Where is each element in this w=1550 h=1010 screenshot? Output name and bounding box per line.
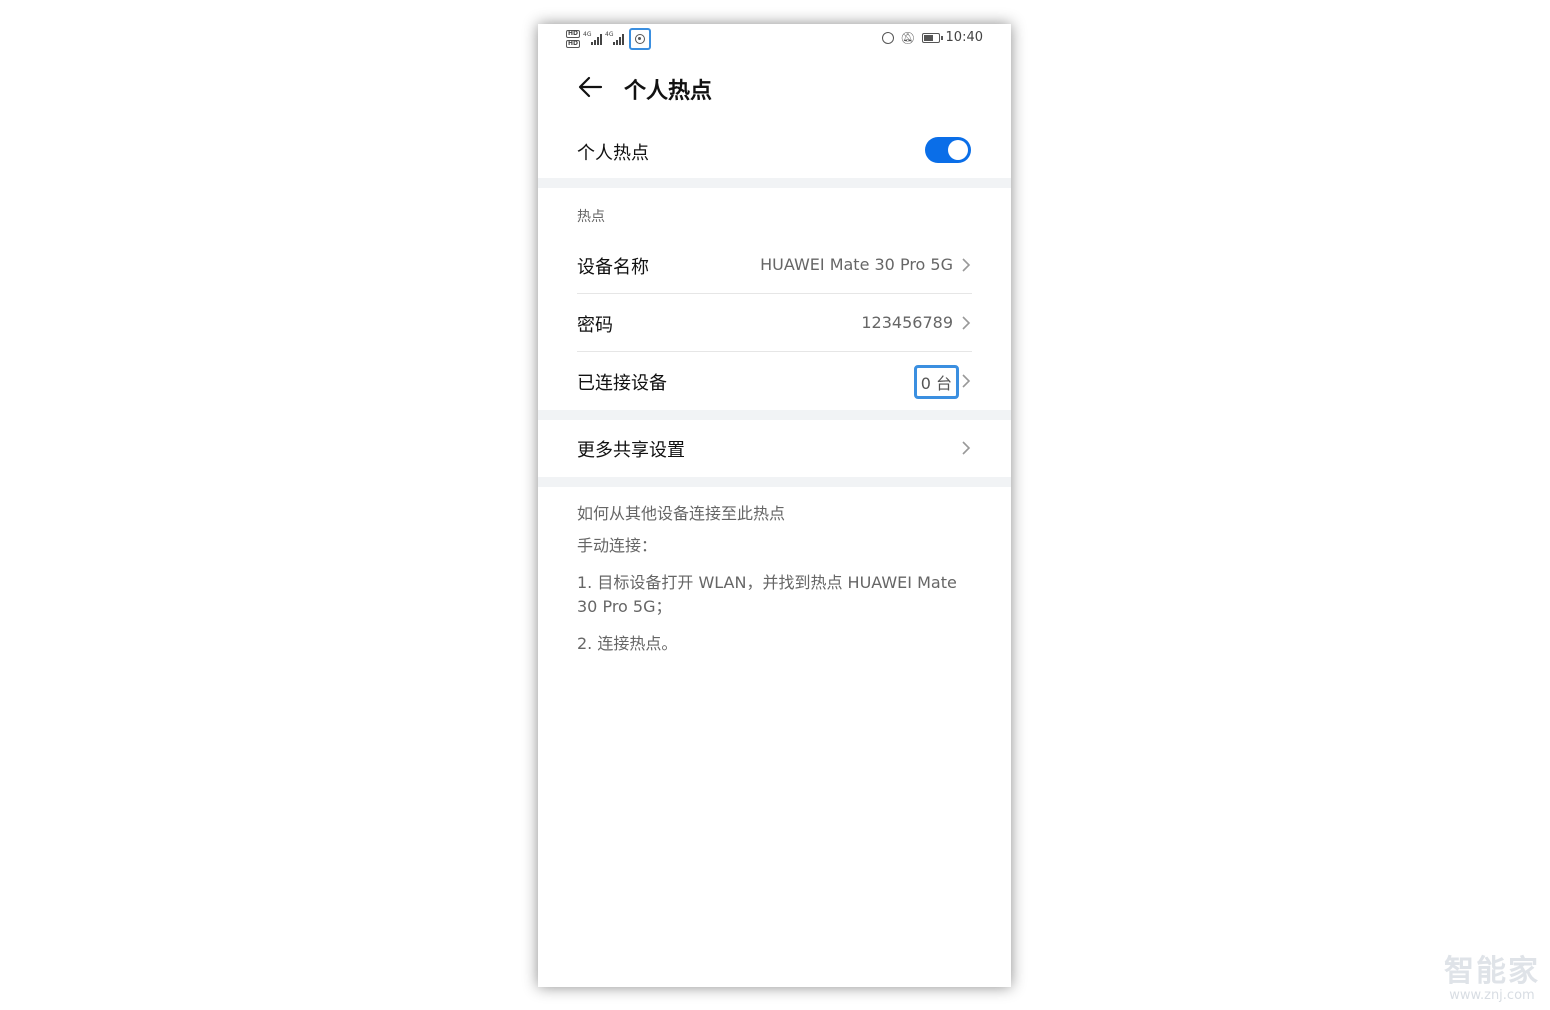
device-name-value: HUAWEI Mate 30 Pro 5G [760,255,953,274]
hd-icon: HD HD [566,30,581,48]
mute-icon: 🔕︎ [900,30,916,45]
status-right: 🔕︎ 10:40 [882,30,983,45]
password-label: 密码 [577,315,613,336]
hotspot-switch[interactable] [925,137,971,163]
more-sharing-settings-label: 更多共享设置 [577,440,685,461]
divider [577,351,972,352]
status-bar: HD HD 4G 4G 🔕︎ 10:40 [538,24,1011,54]
watermark: 智能家 www.znj.com [1444,946,1540,1003]
section-band-1 [538,178,1011,188]
password-value: 123456789 [861,313,953,332]
watermark-url: www.znj.com [1449,988,1535,1003]
device-name-label: 设备名称 [577,257,649,278]
network-label: 4G [583,31,592,38]
section-heading-hotspot: 热点 [577,209,605,225]
chevron-right-icon [962,258,971,272]
status-left: HD HD 4G 4G [566,27,652,51]
hotspot-status-icon [629,28,652,50]
network-label-2: 4G [605,31,614,38]
device-name-row[interactable]: 设备名称 HUAWEI Mate 30 Pro 5G [538,240,1011,292]
title-bar: 个人热点 [538,64,1011,112]
chevron-right-icon [962,374,971,388]
chevron-right-icon [962,316,971,330]
connected-devices-count: 0 台 [913,365,959,399]
instructions-manual: 手动连接： [577,536,658,555]
hd-badge-1: HD [566,30,581,38]
phone-screen: HD HD 4G 4G 🔕︎ 10:40 个人热点 个人热点 热点 设备名称 H… [538,24,1011,987]
watermark-brand: 智能家 [1444,954,1540,989]
chevron-right-icon [962,441,971,455]
signal-icon-2: 4G [605,31,625,45]
section-band-2 [538,410,1011,420]
connected-devices-label: 已连接设备 [577,373,667,394]
more-sharing-settings-row[interactable]: 更多共享设置 [538,420,1011,476]
back-arrow-icon[interactable] [576,72,606,102]
alarm-icon [882,31,895,44]
status-time: 10:40 [945,30,983,45]
switch-knob [948,140,968,160]
divider [577,293,972,294]
battery-icon [921,32,943,43]
hotspot-toggle-label: 个人热点 [577,143,649,164]
instructions-step-2: 2. 连接热点。 [577,634,678,653]
section-band-3 [538,477,1011,487]
page-title: 个人热点 [624,79,713,104]
signal-icon: 4G [583,31,603,45]
instructions-step-1: 1. 目标设备打开 WLAN，并找到热点 HUAWEI Mate 30 Pro … [577,573,957,616]
hd-badge-2: HD [566,40,581,48]
instructions-title: 如何从其他设备连接至此热点 [577,504,786,523]
password-row[interactable]: 密码 123456789 [538,298,1011,350]
